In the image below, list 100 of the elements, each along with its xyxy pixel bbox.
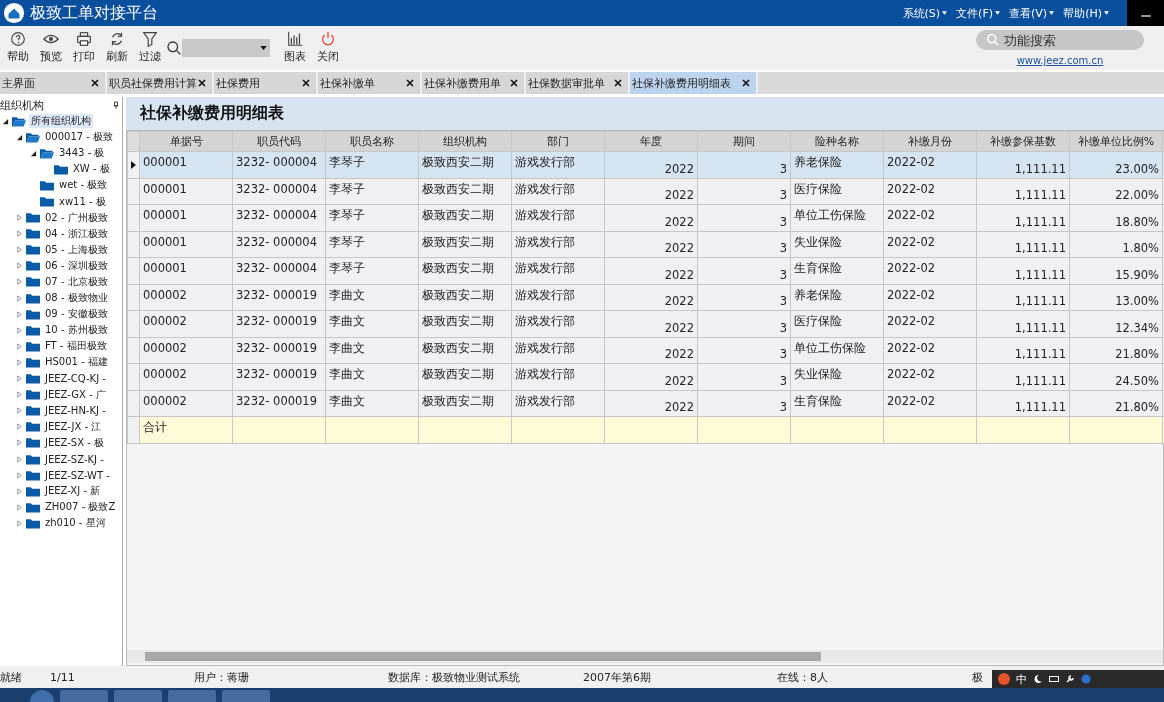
- column-header[interactable]: 单据号: [139, 131, 233, 152]
- expand-arrow-icon[interactable]: [16, 262, 23, 270]
- close-icon[interactable]: [302, 79, 310, 87]
- tree-item[interactable]: zh010 - 星河: [43, 516, 108, 531]
- tree-item[interactable]: JEEZ-SX - 极: [43, 435, 107, 450]
- tree-item[interactable]: JEEZ-SZ-WT -: [43, 469, 112, 481]
- column-header[interactable]: 年度: [604, 131, 698, 152]
- expand-arrow-icon[interactable]: [16, 326, 23, 334]
- wrench-icon[interactable]: [1065, 674, 1075, 684]
- tree-item[interactable]: wet - 极致: [57, 178, 110, 193]
- tab[interactable]: 社保补缴费用单: [422, 72, 526, 94]
- expand-arrow-icon[interactable]: [16, 519, 23, 527]
- expand-arrow-icon[interactable]: [16, 294, 23, 302]
- column-header[interactable]: 部门: [511, 131, 605, 152]
- close-icon[interactable]: [406, 79, 414, 87]
- expand-arrow-icon[interactable]: [16, 375, 23, 383]
- expand-arrow-icon[interactable]: [16, 423, 23, 431]
- tree-item[interactable]: 10 - 苏州极致: [43, 323, 110, 338]
- close-icon[interactable]: [614, 79, 622, 87]
- tree-item[interactable]: XW - 极: [71, 162, 112, 177]
- expand-arrow-icon[interactable]: [16, 471, 23, 479]
- menu-item[interactable]: 帮助(H): [1063, 5, 1109, 21]
- tree-item[interactable]: 08 - 极致物业: [43, 291, 110, 306]
- toolbar-button[interactable]: 刷新: [100, 30, 133, 64]
- toolbar-button[interactable]: 帮助: [1, 30, 34, 64]
- close-icon[interactable]: [742, 79, 750, 87]
- toolbar-button[interactable]: 打印: [67, 30, 100, 64]
- expand-arrow-icon[interactable]: [16, 439, 23, 447]
- column-header[interactable]: 补缴月份: [883, 131, 977, 152]
- tree-item[interactable]: 06 - 深圳极致: [43, 258, 110, 273]
- toolbar-button[interactable]: 过滤: [133, 30, 166, 64]
- pin-icon[interactable]: [113, 101, 119, 109]
- tree-item[interactable]: JEEZ-XJ - 新: [43, 484, 103, 499]
- collapse-arrow-icon[interactable]: [30, 149, 37, 157]
- tab[interactable]: 职员社保费用计算: [107, 72, 214, 94]
- collapse-arrow-icon[interactable]: [16, 133, 23, 141]
- tree-item[interactable]: ZH007 - 极致Z: [43, 500, 118, 515]
- column-header[interactable]: 组织机构: [418, 131, 512, 152]
- column-header[interactable]: 职员代码: [232, 131, 326, 152]
- column-header[interactable]: 险种名称: [790, 131, 884, 152]
- tree-item[interactable]: 000017 - 极致: [43, 130, 116, 145]
- table-cell: 000002: [139, 363, 233, 390]
- tree-item[interactable]: 09 - 安徽极致: [43, 307, 110, 322]
- tree-item[interactable]: JEEZ-JX - 江: [43, 419, 104, 434]
- tree-item[interactable]: xw11 - 极: [57, 194, 108, 209]
- column-header[interactable]: 补缴参保基数: [976, 131, 1070, 152]
- expand-arrow-icon[interactable]: [16, 342, 23, 350]
- column-header[interactable]: 补缴单位比例%: [1069, 131, 1163, 152]
- toolbar-button[interactable]: 关闭: [311, 30, 344, 64]
- tab[interactable]: 主界面: [0, 72, 107, 94]
- column-header[interactable]: 职员名称: [325, 131, 419, 152]
- table-cell: 3232- 000019: [232, 363, 326, 390]
- tree-item[interactable]: JEEZ-GX - 广: [43, 387, 108, 402]
- tree-item[interactable]: 3443 - 极: [57, 146, 107, 161]
- tree-item[interactable]: 02 - 广州极致: [43, 210, 110, 225]
- keyboard-icon[interactable]: [1049, 674, 1059, 684]
- tree-item[interactable]: 07 - 北京极致: [43, 275, 110, 289]
- tree-item[interactable]: JEEZ-CQ-KJ -: [43, 373, 108, 385]
- expand-arrow-icon[interactable]: [16, 214, 23, 222]
- tree-item[interactable]: 所有组织机构: [29, 114, 93, 129]
- start-button[interactable]: [30, 690, 54, 702]
- expand-arrow-icon[interactable]: [16, 310, 23, 318]
- expand-arrow-icon[interactable]: [16, 391, 23, 399]
- tree-item[interactable]: HS001 - 福建: [43, 355, 110, 370]
- tree-item[interactable]: FT - 福田极致: [43, 339, 109, 354]
- tree-item[interactable]: 05 - 上海极致: [43, 242, 110, 257]
- tab[interactable]: 社保补缴单: [318, 72, 422, 94]
- expand-arrow-icon[interactable]: [16, 278, 23, 286]
- toolbar-button[interactable]: 图表: [278, 30, 311, 64]
- tree-item[interactable]: JEEZ-SZ-KJ -: [43, 453, 106, 465]
- toolbar-button[interactable]: 预览: [34, 30, 67, 64]
- dropdown-field[interactable]: [182, 39, 270, 57]
- expand-arrow-icon[interactable]: [16, 503, 23, 511]
- close-icon[interactable]: [198, 79, 206, 87]
- menu-item[interactable]: 系统(S): [902, 5, 948, 21]
- expand-arrow-icon[interactable]: [16, 407, 23, 415]
- tree-item[interactable]: 04 - 浙江极致: [43, 226, 110, 241]
- close-icon[interactable]: [91, 79, 99, 87]
- expand-arrow-icon[interactable]: [16, 487, 23, 495]
- table-cell: 2022: [604, 363, 698, 390]
- column-header[interactable]: 期间: [697, 131, 791, 152]
- horizontal-scrollbar[interactable]: [127, 650, 1163, 663]
- tab[interactable]: 社保补缴费用明细表: [630, 72, 758, 94]
- collapse-arrow-icon[interactable]: [2, 117, 9, 125]
- expand-arrow-icon[interactable]: [16, 246, 23, 254]
- menu-item[interactable]: 查看(V): [1009, 5, 1055, 21]
- table-cell: 游戏发行部: [511, 284, 605, 311]
- tree-item[interactable]: JEEZ-HN-KJ -: [43, 405, 108, 417]
- moon-icon[interactable]: [1033, 674, 1043, 684]
- tab[interactable]: 社保费用: [214, 72, 318, 94]
- expand-arrow-icon[interactable]: [16, 358, 23, 366]
- expand-arrow-icon[interactable]: [16, 455, 23, 463]
- website-link[interactable]: www.jeez.com.cn: [1016, 55, 1104, 66]
- search-field[interactable]: 功能搜索: [976, 30, 1144, 50]
- close-icon[interactable]: [510, 79, 518, 87]
- expand-arrow-icon[interactable]: [16, 230, 23, 238]
- menu-item[interactable]: 文件(F): [956, 5, 1001, 21]
- tab[interactable]: 社保数据审批单: [526, 72, 630, 94]
- input-method-logo-icon[interactable]: [998, 673, 1010, 685]
- input-mode-toggle[interactable]: 中: [1016, 671, 1027, 687]
